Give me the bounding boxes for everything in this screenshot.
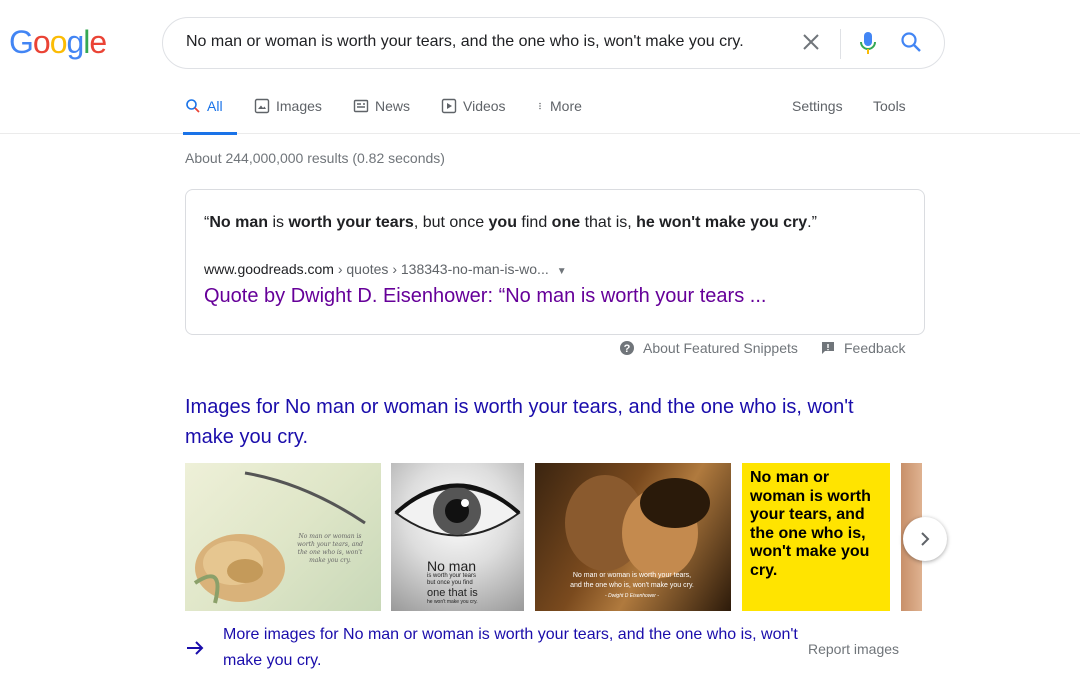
- thumbnail-caption: No man is worth your tears but once you …: [427, 559, 497, 606]
- featured-snippet: “No man is worth your tears, but once yo…: [185, 189, 925, 335]
- about-featured-snippets-label: About Featured Snippets: [643, 340, 798, 356]
- search-icon: [186, 99, 200, 113]
- image-thumbnail[interactable]: No man or woman is worth your tears, and…: [185, 463, 381, 611]
- caption-line: No man or woman is worth your tears,: [572, 572, 692, 579]
- tab-more[interactable]: More: [536, 98, 582, 132]
- thumbnail-caption: No man or woman is worth your tears, and…: [296, 533, 364, 564]
- snippet-title-link[interactable]: Quote by Dwight D. Eisenhower: “No man i…: [204, 285, 766, 308]
- quote-text: that is,: [580, 214, 637, 231]
- logo-letter: G: [9, 24, 34, 60]
- quote-bold-text: worth your tears: [288, 214, 414, 231]
- tab-images-label: Images: [276, 98, 322, 114]
- caption-line: and the one who is, won't make you cry.: [570, 582, 694, 589]
- feedback-label: Feedback: [844, 340, 906, 356]
- tab-all[interactable]: All: [183, 98, 236, 135]
- help-icon: ?: [620, 341, 634, 355]
- arrow-right-icon: [187, 641, 204, 655]
- caption-line: one that is: [427, 587, 478, 599]
- thumbnail-caption: No man or woman is worth your tears, and…: [750, 469, 871, 579]
- caption-line: - Dwight D Eisenhower -: [605, 593, 659, 599]
- caret-down-icon[interactable]: ▼: [557, 266, 567, 277]
- chevron-right-icon: [921, 532, 930, 546]
- caption-line: but once you find: [427, 580, 473, 586]
- snippet-quote: “No man is worth your tears, but once yo…: [204, 212, 817, 234]
- tab-news-label: News: [375, 98, 411, 114]
- video-icon: [441, 98, 457, 114]
- settings-link[interactable]: Settings: [792, 98, 843, 132]
- google-logo[interactable]: Google: [9, 24, 107, 61]
- quote-text: is: [268, 214, 289, 231]
- logo-letter: g: [66, 24, 84, 60]
- tools-link[interactable]: Tools: [873, 98, 906, 132]
- image-carousel: No man or woman is worth your tears, and…: [185, 463, 922, 611]
- clear-icon[interactable]: [799, 30, 823, 54]
- logo-letter: o: [32, 24, 51, 60]
- tools-label: Tools: [873, 98, 906, 114]
- tab-videos-label: Videos: [463, 98, 506, 114]
- settings-label: Settings: [792, 98, 843, 114]
- search-tabs: All Images News Videos More Settings Too…: [0, 92, 1080, 135]
- quote-text: , but once: [413, 214, 489, 231]
- images-heading-link[interactable]: Images for No man or woman is worth your…: [185, 392, 905, 452]
- snippet-path: › quotes › 138343-no-man-is-wo...: [333, 261, 549, 277]
- carousel-next-button[interactable]: [903, 517, 947, 561]
- quote-bold-text: one: [551, 214, 581, 231]
- report-images-link[interactable]: Report images: [808, 641, 899, 657]
- snippet-domain: www.goodreads.com: [204, 261, 334, 277]
- tab-videos[interactable]: Videos: [441, 98, 506, 132]
- search-box[interactable]: No man or woman is worth your tears, and…: [162, 17, 945, 69]
- quote-bold-text: he won't make you cry: [636, 214, 808, 231]
- quote-bold-text: you: [488, 214, 517, 231]
- snippet-cite[interactable]: www.goodreads.com › quotes › 138343-no-m…: [204, 261, 567, 277]
- tab-images[interactable]: Images: [254, 98, 322, 132]
- image-thumbnail[interactable]: No man or woman is worth your tears, and…: [742, 463, 890, 611]
- microphone-icon[interactable]: [856, 30, 880, 58]
- image-thumbnail[interactable]: No man is worth your tears but once you …: [391, 463, 524, 611]
- quote-text: .”: [807, 214, 817, 231]
- quote-text: find: [516, 214, 552, 231]
- thumbnail-caption: No man or woman is worth your tears, and…: [537, 571, 727, 601]
- quote-bold-text: No man: [209, 214, 268, 231]
- feedback-icon: [822, 342, 834, 354]
- feedback-link[interactable]: Feedback: [820, 340, 905, 356]
- more-images-label: More images for No man or woman is worth…: [223, 626, 798, 669]
- tab-news[interactable]: News: [353, 98, 410, 132]
- image-thumbnail[interactable]: No man or woman is worth your tears, and…: [535, 463, 731, 611]
- logo-letter: o: [49, 24, 68, 60]
- search-divider: [840, 29, 841, 59]
- logo-letter: e: [89, 24, 107, 60]
- caption-line: is worth your tears: [427, 573, 477, 579]
- search-icon[interactable]: [899, 30, 923, 54]
- tab-more-label: More: [550, 98, 582, 114]
- more-images-link[interactable]: More images for No man or woman is worth…: [185, 622, 813, 674]
- more-vert-icon: [539, 102, 541, 110]
- svg-text:?: ?: [624, 343, 631, 355]
- about-featured-snippets[interactable]: ? About Featured Snippets: [619, 340, 798, 356]
- result-stats: About 244,000,000 results (0.82 seconds): [185, 150, 445, 166]
- news-icon: [353, 99, 369, 113]
- image-icon: [254, 98, 270, 114]
- caption-line: No man: [427, 558, 477, 574]
- tab-all-label: All: [207, 98, 223, 114]
- search-input[interactable]: No man or woman is worth your tears, and…: [186, 33, 786, 51]
- caption-line: he won't make you cry.: [427, 599, 478, 605]
